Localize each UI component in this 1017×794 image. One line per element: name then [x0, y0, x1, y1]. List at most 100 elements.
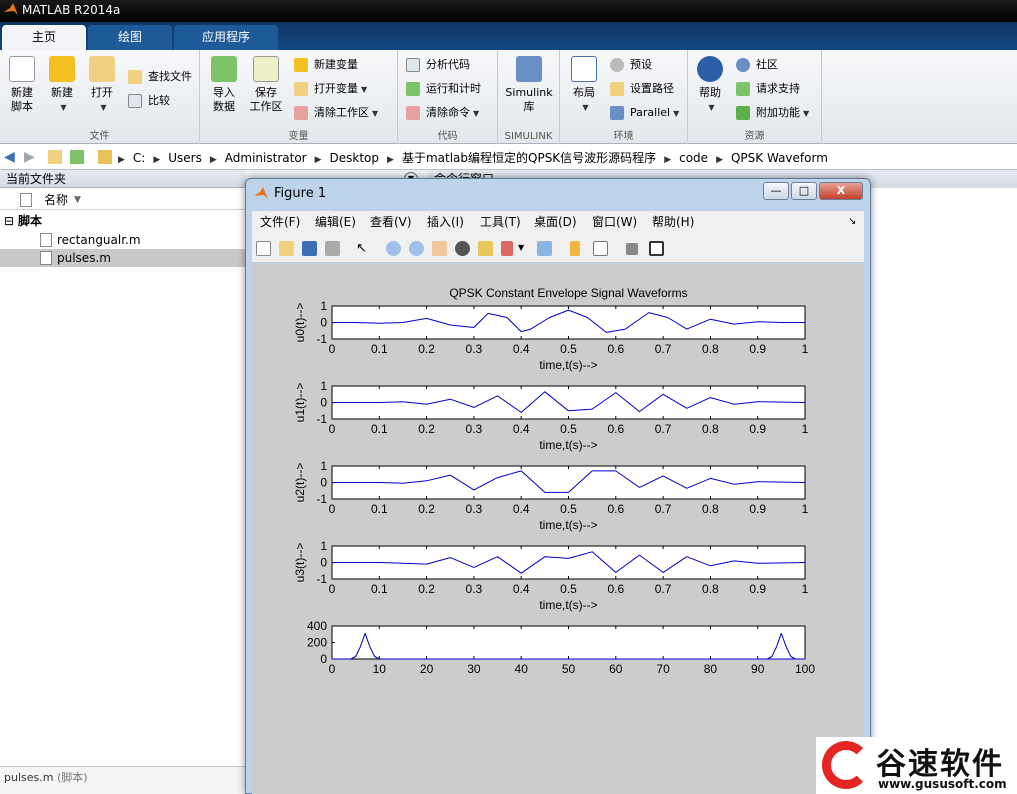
collapse-icon[interactable]: ⊟ — [4, 212, 14, 230]
show-plot-tools-icon[interactable] — [649, 241, 664, 256]
x-tick-label: 0.7 — [655, 422, 672, 436]
parallel-button[interactable]: Parallel ▼ — [610, 103, 679, 123]
x-tick-label: 30 — [467, 662, 481, 676]
file-item[interactable]: pulses.m — [0, 249, 246, 267]
close-button[interactable]: X — [819, 182, 863, 200]
preferences-button[interactable]: 预设 — [610, 55, 652, 75]
menu-desktop[interactable]: 桌面(D) — [534, 211, 577, 233]
x-tick-label: 0.3 — [466, 422, 483, 436]
tab-home[interactable]: 主页 — [2, 25, 86, 50]
link-plot-icon[interactable] — [537, 241, 552, 256]
group-scripts[interactable]: ⊟ 脚本 — [0, 212, 246, 230]
open-variable-button[interactable]: 打开变量 ▼ — [294, 79, 367, 99]
x-tick-label: 0 — [329, 502, 336, 516]
tab-plots[interactable]: 绘图 — [88, 25, 172, 50]
clear-workspace-button[interactable]: 清除工作区 ▼ — [294, 103, 378, 123]
x-tick-label: 60 — [609, 662, 623, 676]
breadcrumb-item[interactable]: Desktop — [330, 151, 380, 165]
run-time-icon — [406, 82, 420, 96]
x-tick-label: 0.6 — [607, 502, 624, 516]
up-folder-icon[interactable] — [48, 150, 62, 164]
figure-window: Figure 1 — □ X 文件(F) 编辑(E) 查看(V) 插入(I) 工… — [245, 178, 871, 794]
zoom-out-icon[interactable] — [409, 241, 424, 256]
name-column-header[interactable]: 名称 ▼ — [0, 190, 246, 210]
x-tick-label: 0.5 — [560, 502, 577, 516]
x-tick-label: 0.7 — [655, 502, 672, 516]
new-figure-icon[interactable] — [256, 241, 271, 256]
menu-file[interactable]: 文件(F) — [260, 211, 300, 233]
new-variable-button[interactable]: 新建变量 — [294, 55, 358, 75]
file-item[interactable]: rectangualr.m — [0, 231, 246, 249]
y-axis-label: u2(t)--> — [293, 463, 307, 503]
compare-button[interactable]: 比较 — [128, 91, 170, 111]
brush-dropdown-icon[interactable]: ▼ — [518, 243, 524, 252]
tab-apps[interactable]: 应用程序 — [174, 25, 278, 50]
plus-icon — [49, 56, 75, 82]
x-tick-label: 0.3 — [466, 582, 483, 596]
import-icon — [211, 56, 237, 82]
gear-icon — [610, 58, 624, 72]
analyze-code-button[interactable]: 分析代码 — [406, 55, 470, 75]
breadcrumb-item[interactable]: QPSK Waveform — [731, 151, 828, 165]
x-tick-label: 100 — [795, 662, 815, 676]
help-button[interactable]: 帮助 ▼ — [690, 56, 730, 115]
menu-view[interactable]: 查看(V) — [370, 211, 412, 233]
save-workspace-button[interactable]: 保存 工作区 — [246, 56, 286, 114]
menu-edit[interactable]: 编辑(E) — [315, 211, 356, 233]
add-ons-button[interactable]: 附加功能 ▼ — [736, 103, 809, 123]
run-and-time-button[interactable]: 运行和计时 — [406, 79, 481, 99]
dock-arrow-icon[interactable]: ↘ — [848, 211, 856, 233]
set-path-button[interactable]: 设置路径 — [610, 79, 674, 99]
y-axis-label: u3(t)--> — [293, 543, 307, 583]
new-script-button[interactable]: 新建 脚本 — [2, 56, 42, 114]
y-tick-label: 0 — [320, 476, 327, 490]
breadcrumb: ▶ C: ▶ Users ▶ Administrator ▶ Desktop ▶ 基于matlab… — [118, 151, 828, 165]
simulink-icon — [516, 56, 542, 82]
data-cursor-icon[interactable] — [478, 241, 493, 256]
simulink-library-button[interactable]: Simulink 库 — [502, 56, 556, 114]
print-icon[interactable] — [325, 241, 340, 256]
folder-icon — [98, 150, 112, 164]
zoom-in-icon[interactable] — [386, 241, 401, 256]
import-data-button[interactable]: 导入 数据 — [204, 56, 244, 114]
find-files-button[interactable]: 查找文件 — [128, 67, 192, 87]
x-tick-label: 20 — [420, 662, 434, 676]
x-tick-label: 0.2 — [418, 502, 435, 516]
figure-title: Figure 1 — [274, 186, 327, 201]
request-support-button[interactable]: 请求支持 — [736, 79, 800, 99]
forward-arrow-icon[interactable]: ▶ — [24, 150, 38, 164]
y-axis-label: u0(t)--> — [293, 303, 307, 343]
menu-help[interactable]: 帮助(H) — [652, 211, 694, 233]
x-tick-label: 70 — [656, 662, 670, 676]
open-file-icon[interactable] — [279, 241, 294, 256]
rotate-3d-icon[interactable] — [455, 241, 470, 256]
menu-tools[interactable]: 工具(T) — [480, 211, 521, 233]
browse-folder-icon[interactable] — [70, 150, 84, 164]
legend-icon[interactable] — [593, 241, 608, 256]
menu-window[interactable]: 窗口(W) — [592, 211, 637, 233]
minimize-button[interactable]: — — [763, 182, 789, 200]
breadcrumb-item[interactable]: C: — [133, 151, 145, 165]
brush-icon[interactable] — [501, 241, 513, 256]
maximize-button[interactable]: □ — [791, 182, 817, 200]
file-column-icon — [20, 193, 32, 207]
pointer-icon[interactable]: ↖ — [356, 241, 371, 256]
y-tick-label: 0 — [320, 396, 327, 410]
x-tick-label: 0.1 — [371, 342, 388, 356]
clear-commands-button[interactable]: 清除命令 ▼ — [406, 103, 479, 123]
layout-button[interactable]: 布局 ▼ — [564, 56, 604, 115]
community-button[interactable]: 社区 — [736, 55, 778, 75]
x-tick-label: 0.6 — [607, 582, 624, 596]
breadcrumb-item[interactable]: 基于matlab编程恒定的QPSK信号波形源码程序 — [402, 151, 656, 165]
open-button[interactable]: 打开 ▼ — [82, 56, 122, 115]
save-icon[interactable] — [302, 241, 317, 256]
breadcrumb-item[interactable]: Administrator — [225, 151, 307, 165]
pan-hand-icon[interactable] — [432, 241, 447, 256]
breadcrumb-item[interactable]: code — [679, 151, 708, 165]
breadcrumb-item[interactable]: Users — [168, 151, 202, 165]
new-button[interactable]: 新建 ▼ — [42, 56, 82, 115]
colorbar-icon[interactable] — [570, 241, 580, 256]
menu-insert[interactable]: 插入(I) — [427, 211, 464, 233]
back-arrow-icon[interactable]: ◀ — [4, 150, 18, 164]
hide-plot-tools-icon[interactable] — [626, 243, 638, 255]
